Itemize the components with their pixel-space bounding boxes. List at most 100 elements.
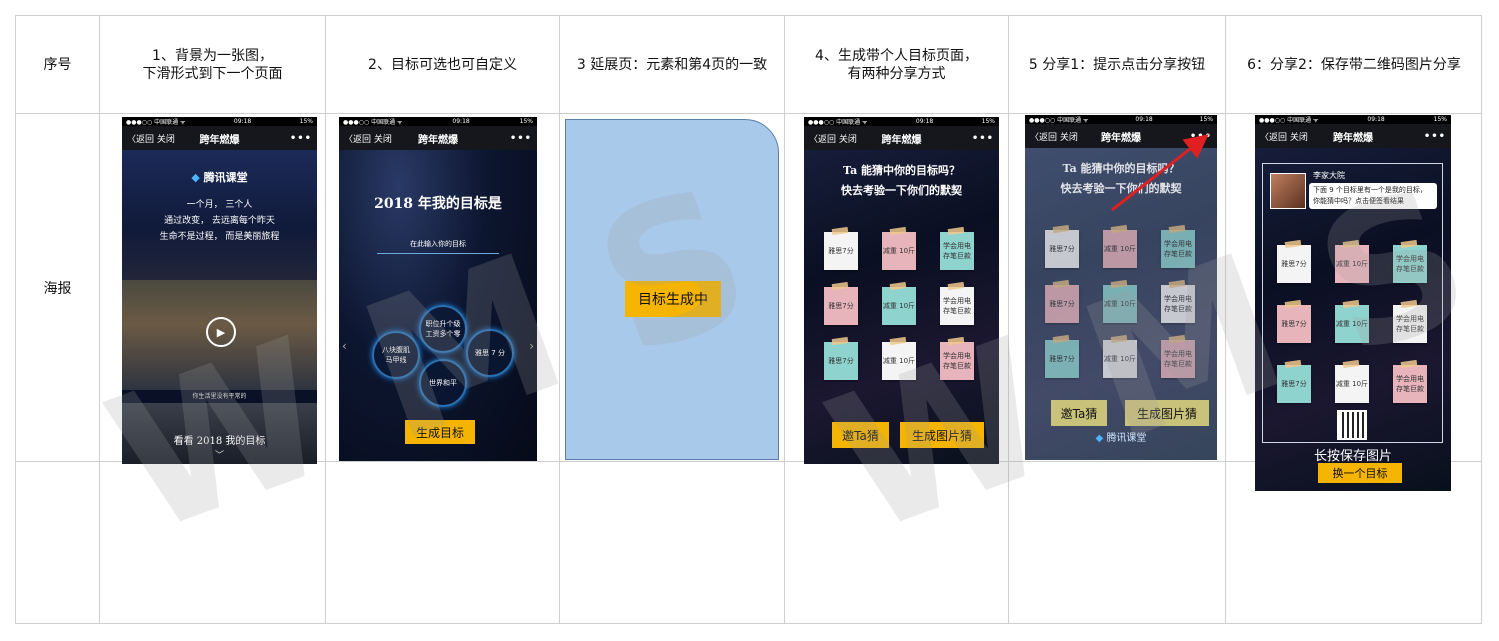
sticky-note-label: 学会用电 存笔巨款 — [1164, 350, 1192, 368]
avatar — [1270, 173, 1306, 209]
sticky-note[interactable]: 雅思7分 — [1045, 334, 1079, 378]
sticky-note[interactable]: 减重 10斤 — [1103, 279, 1137, 323]
tape-icon — [831, 281, 849, 291]
goal-input[interactable]: 在此输入你的目标 — [377, 239, 499, 254]
tape-icon — [1284, 359, 1302, 369]
tape-icon — [1052, 334, 1070, 344]
tape-icon — [1400, 359, 1418, 369]
sticky-note[interactable]: 雅思7分 — [824, 281, 858, 325]
goal-heading: 2018 年我的目标是 — [374, 196, 502, 212]
sticky-note-label: 雅思7分 — [1049, 300, 1075, 308]
nav-bar: 〈返回 关闭 跨年燃爆 ••• — [1255, 124, 1451, 148]
save-image-hint: 长按保存图片 — [1313, 449, 1392, 464]
sticky-note[interactable]: 学会用电 存笔巨款 — [1161, 224, 1195, 268]
sticky-note-label: 学会用电 存笔巨款 — [1396, 255, 1424, 273]
tencent-class-icon: ◆ — [191, 171, 200, 184]
header-step-3: 3 延展页：元素和第4页的一致 — [576, 56, 768, 73]
sticky-note[interactable]: 学会用电 存笔巨款 — [940, 226, 974, 270]
tape-icon — [947, 336, 965, 346]
sticky-note-label: 减重 10斤 — [1335, 380, 1369, 388]
sticky-note[interactable]: 学会用电 存笔巨款 — [1161, 334, 1195, 378]
more-icon[interactable]: ••• — [972, 133, 994, 144]
back-close-link[interactable]: 〈返回 关闭 — [127, 132, 175, 145]
sticky-note[interactable]: 学会用电 存笔巨款 — [1393, 359, 1427, 403]
sticky-note-label: 减重 10斤 — [1335, 320, 1369, 328]
poem-text: 一个月， 三个人 通过改变， 去远离每个昨天 生命不是过程， 而是美丽旅程 — [159, 200, 280, 242]
tape-icon — [1052, 279, 1070, 289]
sticky-note[interactable]: 雅思7分 — [824, 226, 858, 270]
tape-icon — [889, 336, 907, 346]
status-bar: ●●●○○ 中国联通 ᯤ 09:18 15% — [804, 117, 999, 126]
sticky-note-label: 减重 10斤 — [882, 247, 916, 255]
nav-bar: 〈返回 关闭 跨年燃爆 ••• — [804, 126, 999, 150]
back-close-link[interactable]: 〈返回 关闭 — [344, 132, 392, 145]
chevron-right-icon[interactable]: › — [529, 339, 534, 353]
sticky-note-label: 学会用电 存笔巨款 — [943, 297, 971, 315]
sticky-note-label: 雅思7分 — [1049, 355, 1075, 363]
sticky-note[interactable]: 减重 10斤 — [882, 281, 916, 325]
sticky-note[interactable]: 减重 10斤 — [1335, 299, 1369, 343]
generate-image-guess-button[interactable]: 生成图片猜 — [1125, 400, 1209, 426]
play-icon[interactable]: ▶ — [206, 317, 236, 347]
sticky-note-label: 减重 10斤 — [882, 357, 916, 365]
qr-code-icon[interactable] — [1337, 410, 1367, 440]
sticky-note[interactable]: 雅思7分 — [1277, 299, 1311, 343]
sticky-note-label: 学会用电 存笔巨款 — [1396, 375, 1424, 393]
chevron-down-icon[interactable]: ﹀ — [122, 448, 317, 461]
sticky-note[interactable]: 雅思7分 — [1277, 239, 1311, 283]
tape-icon — [1168, 279, 1186, 289]
sticky-note-label: 减重 10斤 — [882, 302, 916, 310]
sticky-note[interactable]: 减重 10斤 — [1103, 224, 1137, 268]
nav-bar: 〈返回 关闭 跨年燃爆 ••• — [339, 126, 537, 150]
tape-icon — [889, 281, 907, 291]
sticky-note-label: 学会用电 存笔巨款 — [943, 242, 971, 260]
back-close-link[interactable]: 〈返回 关闭 — [1260, 130, 1308, 143]
sticky-note[interactable]: 学会用电 存笔巨款 — [1161, 279, 1195, 323]
more-icon[interactable]: ••• — [510, 133, 532, 144]
goal-option-promotion[interactable]: 职位升个级 工资多个零 — [419, 305, 467, 353]
sticky-note-label: 减重 10斤 — [1103, 245, 1137, 253]
change-goal-button[interactable]: 换一个目标 — [1318, 463, 1402, 483]
invite-guess-button[interactable]: 邀Ta猜 — [1051, 400, 1107, 426]
sticky-note[interactable]: 雅思7分 — [1277, 359, 1311, 403]
goal-option-peace[interactable]: 世界和平 — [419, 359, 467, 407]
tape-icon — [1168, 224, 1186, 234]
tape-icon — [1052, 224, 1070, 234]
sticky-note[interactable]: 雅思7分 — [824, 336, 858, 380]
goal-option-ielts[interactable]: 雅思 7 分 — [466, 329, 514, 377]
sticky-note-label: 雅思7分 — [828, 247, 854, 255]
back-close-link[interactable]: 〈返回 关闭 — [809, 132, 857, 145]
sticky-note-label: 学会用电 存笔巨款 — [943, 352, 971, 370]
sticky-note-label: 学会用电 存笔巨款 — [1164, 240, 1192, 258]
sticky-note[interactable]: 雅思7分 — [1045, 279, 1079, 323]
sticky-note[interactable]: 学会用电 存笔巨款 — [1393, 299, 1427, 343]
tape-icon — [1110, 224, 1128, 234]
sticky-note-label: 雅思7分 — [1049, 245, 1075, 253]
more-icon[interactable]: ••• — [1424, 131, 1446, 142]
sticky-note[interactable]: 减重 10斤 — [882, 226, 916, 270]
cta-text[interactable]: 看看 2018 我的目标 — [122, 432, 317, 447]
sticky-note[interactable]: 减重 10斤 — [1103, 334, 1137, 378]
generate-goal-button[interactable]: 生成目标 — [405, 420, 475, 444]
row-label-poster: 海报 — [43, 280, 72, 297]
header-step-1: 1、背景为一张图， 下滑形式到下一个页面 — [142, 47, 283, 82]
header-step-2: 2、目标可选也可自定义 — [368, 56, 517, 73]
invite-guess-button[interactable]: 邀Ta猜 — [832, 422, 889, 448]
sticky-note[interactable]: 减重 10斤 — [1335, 359, 1369, 403]
more-icon[interactable]: ••• — [290, 133, 312, 144]
sticky-note[interactable]: 减重 10斤 — [1335, 239, 1369, 283]
sticky-note[interactable]: 学会用电 存笔巨款 — [1393, 239, 1427, 283]
sticky-note[interactable]: 学会用电 存笔巨款 — [940, 336, 974, 380]
sticky-note[interactable]: 雅思7分 — [1045, 224, 1079, 268]
sticky-note-label: 减重 10斤 — [1103, 355, 1137, 363]
generate-image-guess-button[interactable]: 生成图片猜 — [900, 422, 984, 448]
tape-icon — [1342, 239, 1360, 249]
back-close-link[interactable]: 〈返回 关闭 — [1030, 130, 1078, 143]
sticky-note[interactable]: 学会用电 存笔巨款 — [940, 281, 974, 325]
phone-screen-2: ●●●○○ 中国联通 ᯤ 09:18 15% 〈返回 关闭 跨年燃爆 ••• 201… — [339, 117, 537, 461]
sticky-note-label: 雅思7分 — [1281, 260, 1307, 268]
sticky-note[interactable]: 减重 10斤 — [882, 336, 916, 380]
status-bar: ●●●○○ 中国联通 ᯤ 09:18 15% — [1025, 115, 1217, 124]
goal-option-abs[interactable]: 八块腹肌 马甲线 — [372, 331, 420, 379]
chevron-left-icon[interactable]: ‹ — [342, 339, 347, 353]
